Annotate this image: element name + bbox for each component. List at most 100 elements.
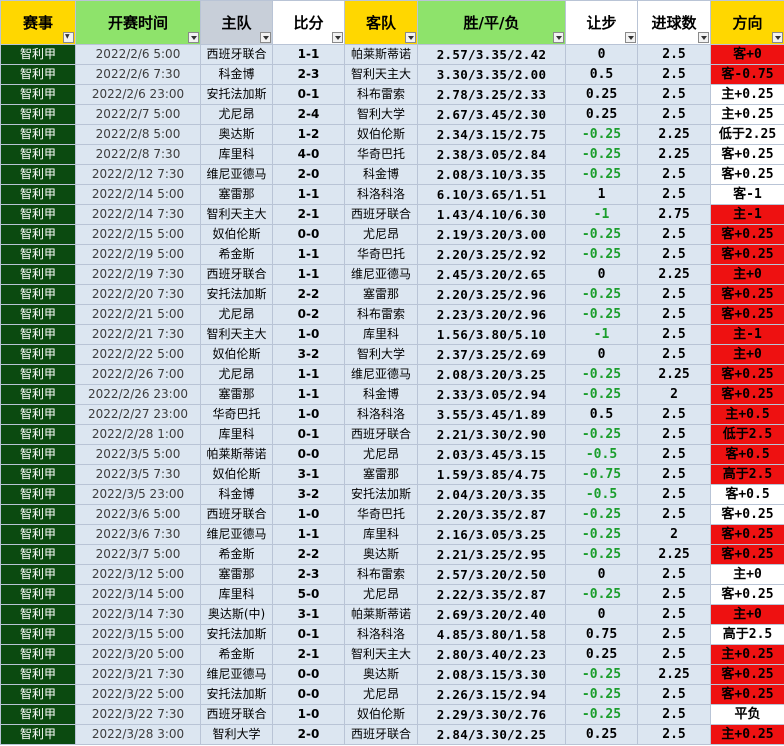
home-team-cell[interactable]: 西班牙联合 [200,704,273,725]
away-team-cell[interactable]: 华奇巴托 [344,504,418,525]
direction-cell[interactable]: 客+0.25 [710,164,784,185]
home-team-cell[interactable]: 华奇巴托 [200,404,273,425]
league-cell[interactable]: 智利甲 [0,564,76,585]
away-team-cell[interactable]: 塞雷那 [344,284,418,305]
home-team-cell[interactable]: 科金博 [200,64,273,85]
away-team-cell[interactable]: 维尼亚德马 [344,264,418,285]
direction-cell[interactable]: 客+0.5 [710,444,784,465]
home-team-cell[interactable]: 安托法加斯 [200,684,273,705]
league-cell[interactable]: 智利甲 [0,204,76,225]
score-cell[interactable]: 2-1 [272,644,345,665]
goals-cell[interactable]: 2.5 [637,104,711,125]
direction-cell[interactable]: 客+0.25 [710,544,784,565]
direction-cell[interactable]: 主+0 [710,344,784,365]
handicap-cell[interactable]: -0.25 [565,544,638,565]
score-cell[interactable]: 0-0 [272,224,345,245]
score-cell[interactable]: 1-1 [272,264,345,285]
kickoff-time-cell[interactable]: 2022/3/5 5:00 [75,444,201,465]
odds-cell[interactable]: 2.08/3.10/3.35 [417,164,566,185]
away-team-cell[interactable]: 智利天主大 [344,644,418,665]
kickoff-time-cell[interactable]: 2022/2/8 5:00 [75,124,201,145]
score-cell[interactable]: 0-0 [272,684,345,705]
odds-cell[interactable]: 3.30/3.35/2.00 [417,64,566,85]
handicap-cell[interactable]: -0.25 [565,684,638,705]
away-team-cell[interactable]: 库里科 [344,324,418,345]
direction-cell[interactable]: 客+0.25 [710,664,784,685]
kickoff-time-cell[interactable]: 2022/3/15 5:00 [75,624,201,645]
odds-cell[interactable]: 2.23/3.20/2.96 [417,304,566,325]
away-team-cell[interactable]: 西班牙联合 [344,424,418,445]
direction-cell[interactable]: 客+0.25 [710,384,784,405]
direction-cell[interactable]: 主+0.5 [710,404,784,425]
home-team-cell[interactable]: 帕莱斯蒂诺 [200,444,273,465]
league-cell[interactable]: 智利甲 [0,84,76,105]
odds-cell[interactable]: 1.59/3.85/4.75 [417,464,566,485]
home-team-cell[interactable]: 安托法加斯 [200,624,273,645]
kickoff-time-cell[interactable]: 2022/3/21 7:30 [75,664,201,685]
filter-dropdown-icon[interactable] [405,32,416,43]
league-cell[interactable]: 智利甲 [0,124,76,145]
kickoff-time-cell[interactable]: 2022/3/7 5:00 [75,544,201,565]
kickoff-time-cell[interactable]: 2022/3/14 7:30 [75,604,201,625]
away-team-header[interactable]: 客队 [344,0,418,45]
odds-cell[interactable]: 2.34/3.15/2.75 [417,124,566,145]
kickoff-time-cell[interactable]: 2022/3/14 5:00 [75,584,201,605]
handicap-cell[interactable]: 0.75 [565,624,638,645]
score-cell[interactable]: 3-2 [272,484,345,505]
filter-active-icon[interactable] [63,32,74,43]
home-team-cell[interactable]: 塞雷那 [200,384,273,405]
odds-cell[interactable]: 2.16/3.05/3.25 [417,524,566,545]
league-cell[interactable]: 智利甲 [0,104,76,125]
handicap-cell[interactable]: -0.25 [565,164,638,185]
away-team-cell[interactable]: 智利大学 [344,104,418,125]
goals-cell[interactable]: 2.5 [637,344,711,365]
league-cell[interactable]: 智利甲 [0,684,76,705]
goals-cell[interactable]: 2.5 [637,444,711,465]
goals-cell[interactable]: 2.5 [637,724,711,745]
goals-cell[interactable]: 2.5 [637,64,711,85]
score-cell[interactable]: 1-1 [272,44,345,65]
kickoff-time-cell[interactable]: 2022/2/14 5:00 [75,184,201,205]
goals-cell[interactable]: 2.25 [637,664,711,685]
goals-cell[interactable]: 2.5 [637,244,711,265]
home-team-cell[interactable]: 库里科 [200,144,273,165]
home-team-cell[interactable]: 维尼亚德马 [200,664,273,685]
handicap-cell[interactable]: -0.5 [565,484,638,505]
league-cell[interactable]: 智利甲 [0,484,76,505]
direction-cell[interactable]: 主+0.25 [710,724,784,745]
odds-cell[interactable]: 4.85/3.80/1.58 [417,624,566,645]
odds-cell[interactable]: 2.67/3.45/2.30 [417,104,566,125]
kickoff-time-cell[interactable]: 2022/3/20 5:00 [75,644,201,665]
home-team-cell[interactable]: 智利天主大 [200,204,273,225]
goals-cell[interactable]: 2.5 [637,44,711,65]
score-cell[interactable]: 2-3 [272,564,345,585]
goals-cell[interactable]: 2.5 [637,604,711,625]
goals-cell[interactable]: 2.5 [637,564,711,585]
odds-cell[interactable]: 2.04/3.20/3.35 [417,484,566,505]
home-team-cell[interactable]: 库里科 [200,584,273,605]
away-team-cell[interactable]: 西班牙联合 [344,724,418,745]
odds-cell[interactable]: 2.21/3.30/2.90 [417,424,566,445]
direction-cell[interactable]: 客+0.25 [710,504,784,525]
handicap-cell[interactable]: -0.25 [565,524,638,545]
league-cell[interactable]: 智利甲 [0,604,76,625]
handicap-cell[interactable]: 0 [565,264,638,285]
handicap-cell[interactable]: -0.5 [565,444,638,465]
goals-cell[interactable]: 2.5 [637,224,711,245]
direction-cell[interactable]: 主+0.25 [710,84,784,105]
goals-cell[interactable]: 2.25 [637,124,711,145]
direction-cell[interactable]: 客+0.25 [710,144,784,165]
away-team-cell[interactable]: 科洛科洛 [344,624,418,645]
score-cell[interactable]: 3-2 [272,344,345,365]
league-cell[interactable]: 智利甲 [0,304,76,325]
league-cell[interactable]: 智利甲 [0,264,76,285]
home-team-cell[interactable]: 西班牙联合 [200,44,273,65]
odds-cell[interactable]: 2.20/3.25/2.96 [417,284,566,305]
league-header[interactable]: 赛事 [0,0,76,45]
home-team-cell[interactable]: 奥达斯 [200,124,273,145]
filter-dropdown-icon[interactable] [332,32,343,43]
away-team-cell[interactable]: 科布雷索 [344,304,418,325]
direction-cell[interactable]: 主+0 [710,604,784,625]
league-cell[interactable]: 智利甲 [0,44,76,65]
away-team-cell[interactable]: 奥达斯 [344,664,418,685]
